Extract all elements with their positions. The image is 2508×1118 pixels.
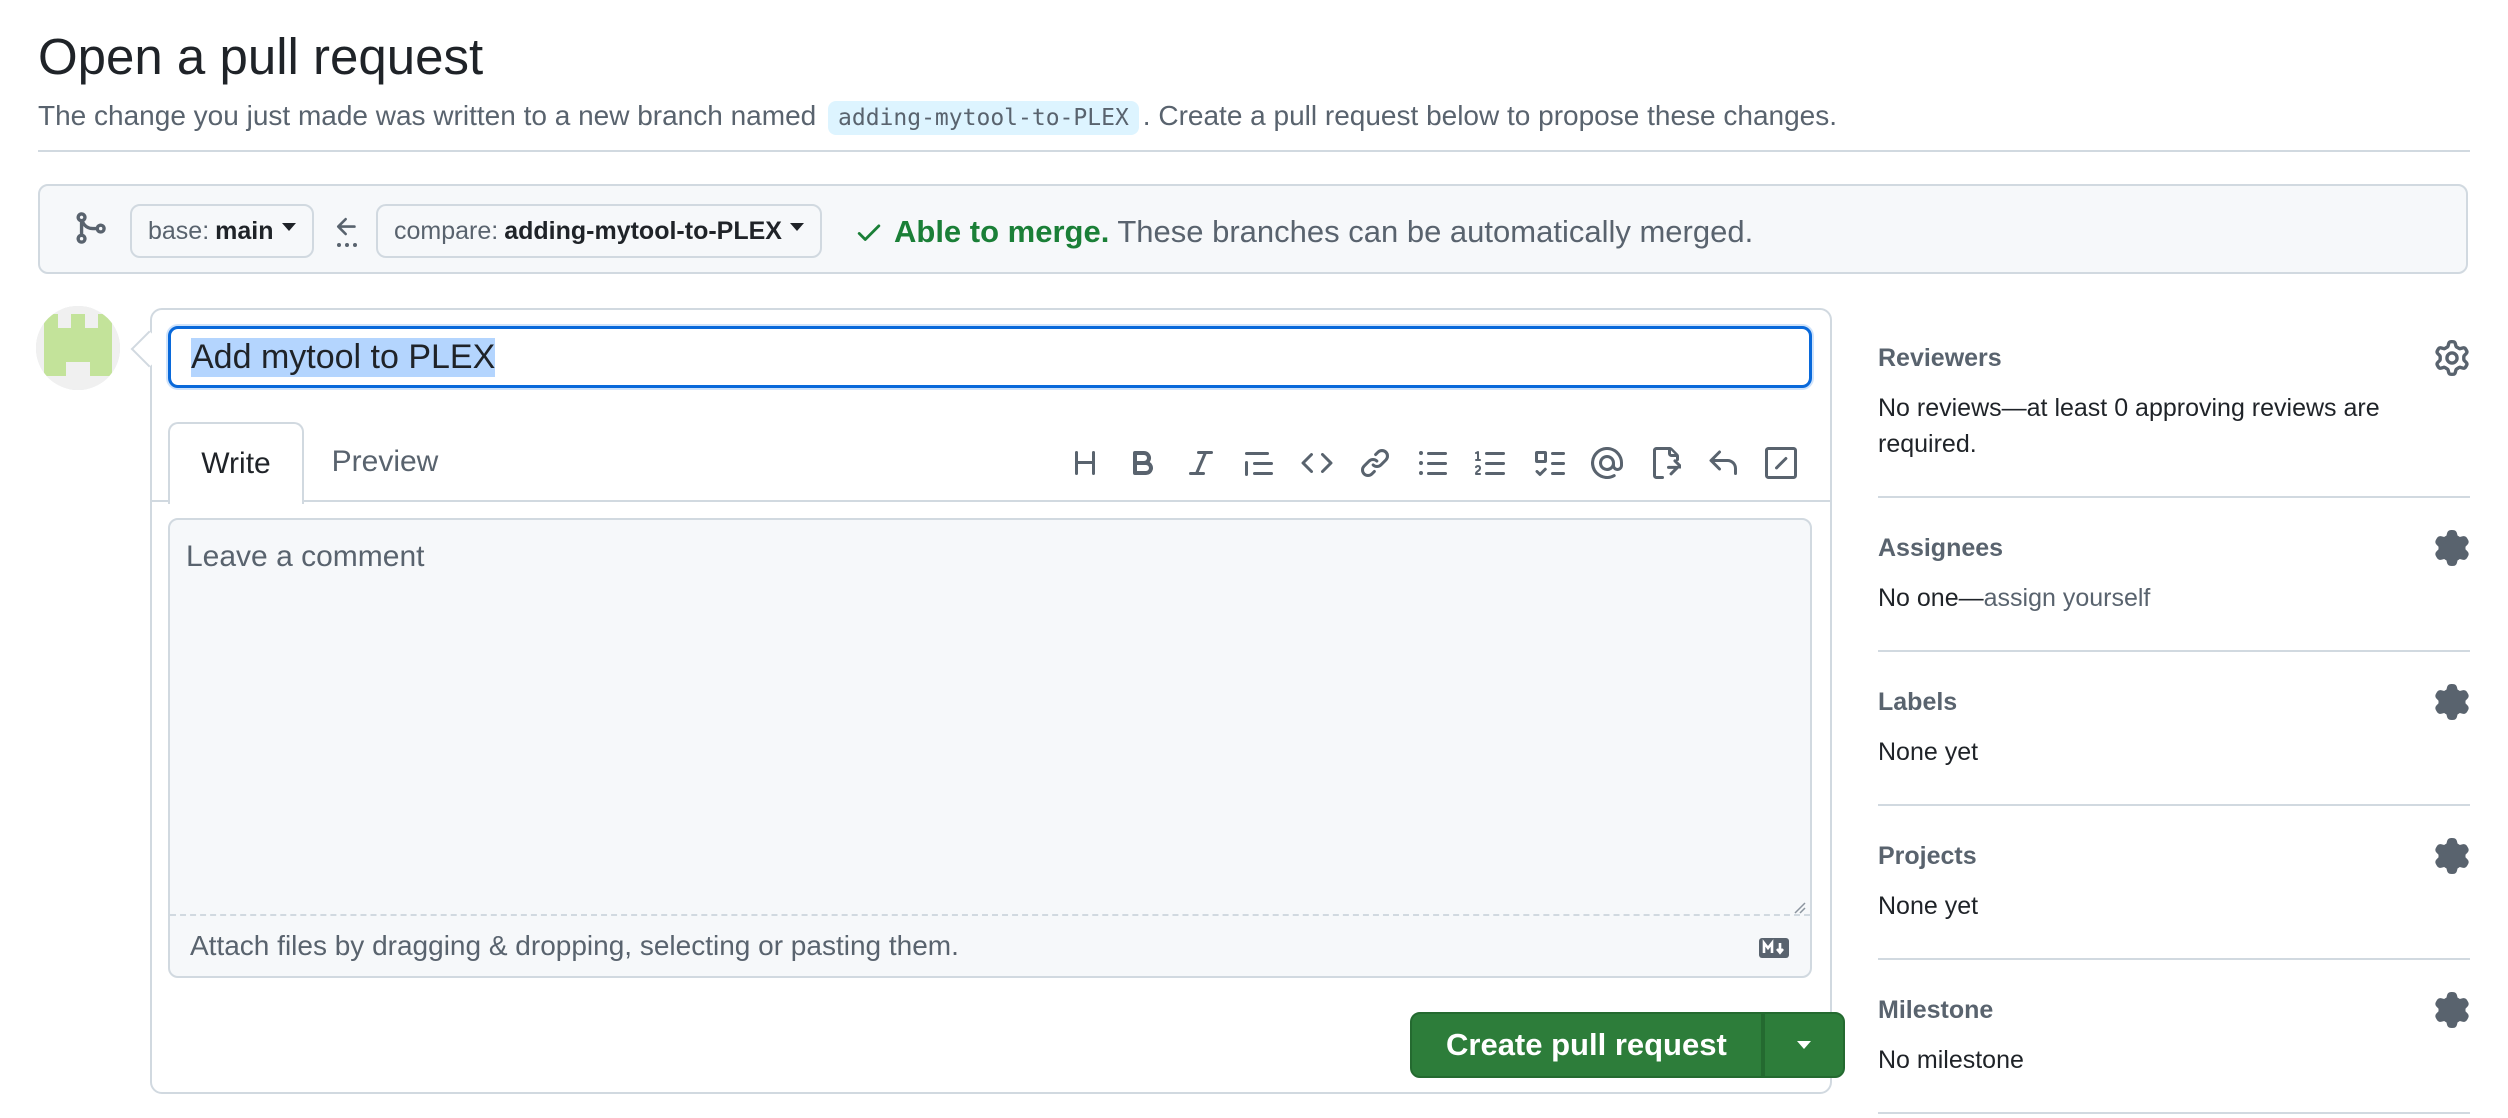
check-icon xyxy=(854,217,884,247)
markdown-toolbar xyxy=(1056,442,1810,484)
gear-icon[interactable] xyxy=(2434,838,2470,874)
slash-command-icon[interactable] xyxy=(1752,442,1810,484)
sidebar-reviewers: Reviewers No reviews—at least 0 approvin… xyxy=(1878,340,2470,498)
merge-status: Able to merge. These branches can be aut… xyxy=(854,212,1753,252)
arrow-left-icon xyxy=(332,206,362,256)
create-pull-request-group: Create pull request xyxy=(1410,1012,1845,1078)
attach-files-bar[interactable]: Attach files by dragging & dropping, sel… xyxy=(170,914,1810,976)
assignees-heading[interactable]: Assignees xyxy=(1878,534,2003,563)
compare-value: adding-mytool-to-PLEX xyxy=(504,216,782,245)
attach-files-text: Attach files by dragging & dropping, sel… xyxy=(190,930,959,961)
comment-textarea[interactable]: Leave a comment Attach files by dragging… xyxy=(168,518,1812,978)
chevron-down-icon xyxy=(281,223,296,231)
base-branch-select[interactable]: base: main xyxy=(130,204,314,258)
markdown-icon[interactable] xyxy=(1758,934,1790,966)
reviewers-heading[interactable]: Reviewers xyxy=(1878,344,2002,373)
subtitle-text-after: . Create a pull request below to propose… xyxy=(1142,100,1838,131)
unordered-list-icon[interactable] xyxy=(1404,442,1462,484)
code-icon[interactable] xyxy=(1288,442,1346,484)
reviewers-value: No reviews—at least 0 approving reviews … xyxy=(1878,394,2380,458)
cross-reference-icon[interactable] xyxy=(1636,442,1694,484)
create-pull-request-button[interactable]: Create pull request xyxy=(1410,1012,1763,1078)
page-title: Open a pull request xyxy=(38,28,484,85)
gear-icon[interactable] xyxy=(2434,992,2470,1028)
resize-handle-icon[interactable] xyxy=(1790,898,1806,914)
chevron-down-icon xyxy=(789,223,804,231)
reply-icon[interactable] xyxy=(1694,442,1752,484)
divider xyxy=(38,150,2470,152)
ordered-list-icon[interactable] xyxy=(1462,442,1520,484)
sidebar-projects: Projects None yet xyxy=(1878,838,2470,960)
compare-branch-select[interactable]: compare: adding-mytool-to-PLEX xyxy=(376,204,822,258)
merge-description: These branches can be automatically merg… xyxy=(1117,214,1754,249)
labels-value: None yet xyxy=(1878,738,1979,766)
compare-icon xyxy=(72,210,108,246)
comment-placeholder: Leave a comment xyxy=(186,540,425,573)
task-list-icon[interactable] xyxy=(1520,442,1578,484)
base-label: base: xyxy=(148,216,210,245)
assignees-value: No one—assign yourself xyxy=(1878,580,2150,616)
merge-ok-text: Able to merge. xyxy=(894,214,1110,249)
tab-preview[interactable]: Preview xyxy=(320,422,450,502)
milestone-heading[interactable]: Milestone xyxy=(1878,996,1993,1025)
page-subtitle: The change you just made was written to … xyxy=(38,96,1837,138)
title-input-value: Add mytool to PLEX xyxy=(191,337,496,377)
mention-icon[interactable] xyxy=(1578,442,1636,484)
italic-icon[interactable] xyxy=(1172,442,1230,484)
create-options-dropdown[interactable] xyxy=(1762,1012,1845,1078)
editor-tabs: Write Preview xyxy=(152,422,1830,504)
sidebar-assignees: Assignees No one—assign yourself xyxy=(1878,530,2470,652)
assignees-none: No one— xyxy=(1878,584,1984,612)
tab-write[interactable]: Write xyxy=(168,422,304,504)
heading-icon[interactable] xyxy=(1056,442,1114,484)
projects-value: None yet xyxy=(1878,892,1979,920)
branch-name: adding-mytool-to-PLEX xyxy=(828,101,1139,135)
sidebar-labels: Labels None yet xyxy=(1878,684,2470,806)
labels-heading[interactable]: Labels xyxy=(1878,688,1957,717)
title-input[interactable]: Add mytool to PLEX xyxy=(168,326,1812,388)
bold-icon[interactable] xyxy=(1114,442,1172,484)
branch-range-bar: base: main compare: adding-mytool-to-PLE… xyxy=(38,184,2468,274)
milestone-value: No milestone xyxy=(1878,1046,2024,1074)
gear-icon[interactable] xyxy=(2434,340,2470,376)
base-value: main xyxy=(215,216,274,245)
gear-icon[interactable] xyxy=(2434,684,2470,720)
projects-heading[interactable]: Projects xyxy=(1878,842,1977,871)
sidebar-milestone: Milestone No milestone xyxy=(1878,992,2470,1114)
avatar[interactable] xyxy=(36,306,120,390)
assign-yourself-link[interactable]: assign yourself xyxy=(1984,584,2151,612)
chevron-down-icon xyxy=(1796,1041,1811,1049)
quote-icon[interactable] xyxy=(1230,442,1288,484)
gear-icon[interactable] xyxy=(2434,530,2470,566)
compare-label: compare: xyxy=(394,216,499,245)
link-icon[interactable] xyxy=(1346,442,1404,484)
subtitle-text: The change you just made was written to … xyxy=(38,100,817,131)
